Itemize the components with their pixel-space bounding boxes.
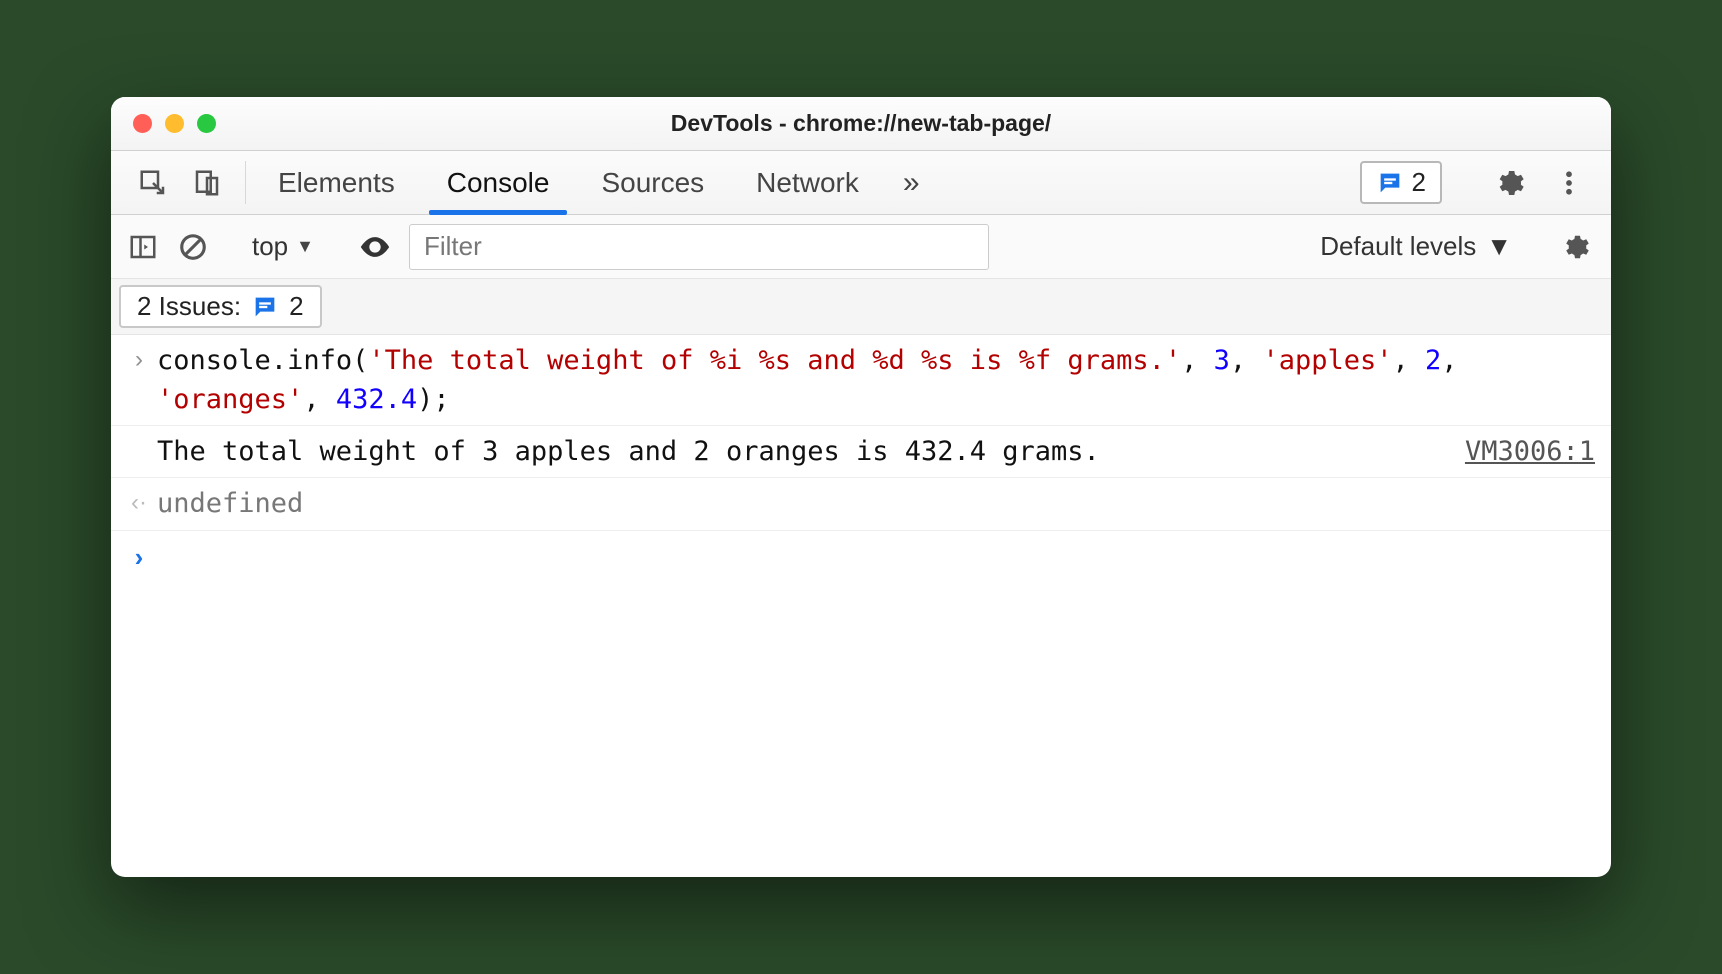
console-output: › console.info('The total weight of %i %… [111, 335, 1611, 877]
console-input-code[interactable]: console.info('The total weight of %i %s … [157, 341, 1595, 419]
zoom-window-button[interactable] [197, 114, 216, 133]
panel-tabs: Elements Console Sources Network [252, 151, 885, 214]
issues-pill[interactable]: 2 [1360, 161, 1442, 204]
info-marker [121, 432, 157, 434]
console-return-value: undefined [157, 484, 1595, 523]
device-toolbar-icon[interactable] [189, 165, 225, 201]
prompt-marker-icon: › [121, 537, 157, 577]
tab-console[interactable]: Console [421, 151, 576, 214]
console-output-text: The total weight of 3 apples and 2 orang… [157, 432, 1445, 471]
live-expression-icon[interactable] [355, 227, 395, 267]
issues-count: 2 [1412, 167, 1426, 198]
execution-context-select[interactable]: top ▼ [252, 231, 314, 262]
console-return-row: ‹· undefined [111, 478, 1611, 530]
issues-icon [1376, 169, 1404, 197]
tab-sources[interactable]: Sources [575, 151, 730, 214]
console-filter-input[interactable] [409, 224, 989, 270]
tab-network[interactable]: Network [730, 151, 885, 214]
console-input-row: › console.info('The total weight of %i %… [111, 335, 1611, 426]
console-info-row: The total weight of 3 apples and 2 orang… [111, 426, 1611, 478]
close-window-button[interactable] [133, 114, 152, 133]
tab-elements[interactable]: Elements [252, 151, 421, 214]
console-prompt-row[interactable]: › [111, 531, 1611, 583]
more-options-button[interactable] [1547, 161, 1591, 205]
issues-bar: 2 Issues: 2 [111, 279, 1611, 335]
settings-button[interactable] [1487, 161, 1531, 205]
toggle-console-sidebar-icon[interactable] [125, 229, 161, 265]
issues-chip-count: 2 [289, 291, 303, 322]
more-tabs-button[interactable]: » [885, 151, 938, 214]
minimize-window-button[interactable] [165, 114, 184, 133]
console-toolbar: top ▼ Default levels ▼ [111, 215, 1611, 279]
source-link[interactable]: VM3006:1 [1445, 432, 1595, 471]
issues-icon [251, 293, 279, 321]
input-marker-icon: › [121, 341, 157, 378]
dropdown-triangle-icon: ▼ [296, 236, 314, 257]
dropdown-triangle-icon: ▼ [1486, 231, 1512, 262]
window-title: DevTools - chrome://new-tab-page/ [111, 110, 1611, 137]
titlebar: DevTools - chrome://new-tab-page/ [111, 97, 1611, 151]
clear-console-icon[interactable] [175, 229, 211, 265]
inspect-element-icon[interactable] [135, 165, 171, 201]
console-settings-button[interactable] [1553, 225, 1597, 269]
traffic-lights [133, 114, 216, 133]
devtools-window: DevTools - chrome://new-tab-page/ Elemen… [111, 97, 1611, 877]
issues-label: 2 Issues: [137, 291, 241, 322]
log-levels-select[interactable]: Default levels ▼ [1300, 231, 1512, 262]
return-marker-icon: ‹· [121, 484, 157, 521]
issues-chip[interactable]: 2 Issues: 2 [119, 285, 322, 328]
panel-tabstrip: Elements Console Sources Network » 2 [111, 151, 1611, 215]
